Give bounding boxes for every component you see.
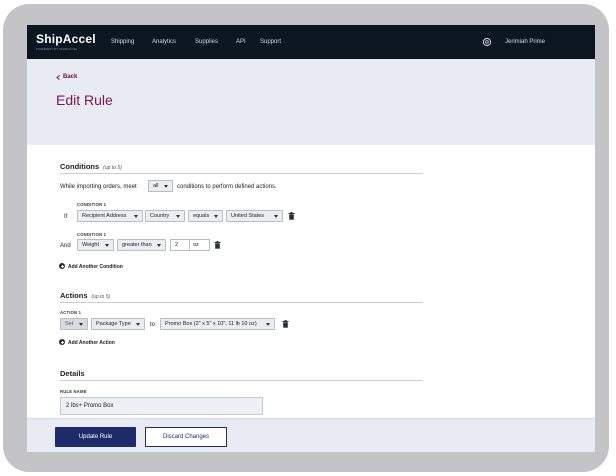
condition-operator-select[interactable]: greater than bbox=[117, 239, 166, 251]
match-mode-select[interactable]: all bbox=[148, 180, 173, 192]
conditions-limit: (up to 5) bbox=[103, 165, 122, 171]
trash-icon[interactable] bbox=[282, 320, 289, 328]
chevron-left-icon[interactable] bbox=[56, 75, 61, 80]
rule-name-label: RULE NAME bbox=[60, 389, 87, 394]
trash-icon[interactable] bbox=[214, 241, 221, 249]
nav-shipping[interactable]: Shipping bbox=[111, 39, 134, 45]
plus-icon[interactable] bbox=[59, 339, 65, 345]
condition-connector: If bbox=[64, 214, 68, 220]
chevron-down-icon bbox=[176, 215, 180, 218]
rule-name-input[interactable]: 2 lbs+ Promo Box bbox=[60, 397, 263, 415]
match-intro-prefix: While importing orders, meet bbox=[60, 184, 137, 190]
condition-value-input[interactable]: 2 bbox=[170, 239, 190, 251]
action-label: ACTION 1 bbox=[60, 310, 82, 315]
action-verb-select: Set bbox=[60, 318, 88, 330]
nav-support[interactable]: Support bbox=[260, 39, 281, 45]
action-value-select[interactable]: Promo Box (2" x 5" x 10"; 11 lb 10 oz) bbox=[160, 318, 275, 330]
divider bbox=[60, 302, 423, 303]
trash-icon[interactable] bbox=[288, 212, 295, 220]
divider bbox=[60, 380, 423, 381]
page-title: Edit Rule bbox=[56, 92, 113, 108]
tablet-frame: ShipAccel POWERED BY SHIPACCEL Shipping … bbox=[3, 4, 609, 472]
condition-value-select[interactable]: United States bbox=[226, 210, 283, 222]
chevron-down-icon bbox=[79, 323, 83, 326]
chevron-down-icon bbox=[274, 215, 278, 218]
condition-connector: And bbox=[60, 243, 71, 249]
match-intro-suffix: conditions to perform defined actions. bbox=[177, 184, 277, 190]
chevron-down-icon bbox=[214, 215, 218, 218]
actions-title: Actions bbox=[60, 291, 88, 300]
condition-field-select[interactable]: Recipient Address bbox=[77, 210, 143, 222]
update-rule-button[interactable]: Update Rule bbox=[55, 427, 136, 447]
condition-label: CONDITION 1 bbox=[77, 202, 107, 207]
conditions-heading: Conditions (up to 5) bbox=[60, 162, 122, 171]
top-navbar: ShipAccel POWERED BY SHIPACCEL Shipping … bbox=[27, 25, 595, 59]
chevron-down-icon bbox=[266, 323, 270, 326]
chevron-down-icon bbox=[134, 215, 138, 218]
user-name[interactable]: Jerimiah Prime bbox=[505, 39, 545, 45]
details-title: Details bbox=[60, 369, 85, 378]
nav-analytics[interactable]: Analytics bbox=[152, 39, 176, 45]
condition-field-select[interactable]: Weight bbox=[77, 239, 114, 251]
conditions-title: Conditions bbox=[60, 162, 100, 171]
action-bar: Update Rule Discard Changes bbox=[27, 418, 595, 452]
gear-icon[interactable] bbox=[482, 37, 492, 47]
screen: ShipAccel POWERED BY SHIPACCEL Shipping … bbox=[27, 25, 595, 452]
condition-label: CONDITION 1 bbox=[77, 232, 107, 237]
chevron-down-icon bbox=[136, 323, 140, 326]
brand-logo[interactable]: ShipAccel bbox=[36, 32, 96, 46]
actions-limit: (up to 5) bbox=[91, 294, 111, 300]
add-condition-link[interactable]: Add Another Condition bbox=[68, 264, 123, 270]
nav-supplies[interactable]: Supplies bbox=[195, 39, 218, 45]
action-target-select[interactable]: Package Type bbox=[91, 318, 145, 330]
chevron-down-icon bbox=[164, 185, 168, 188]
action-connector: to bbox=[150, 322, 156, 328]
plus-icon[interactable] bbox=[59, 263, 65, 269]
discard-changes-button[interactable]: Discard Changes bbox=[145, 427, 227, 447]
nav-api[interactable]: API bbox=[236, 39, 246, 45]
condition-unit: oz bbox=[190, 239, 210, 251]
chevron-down-icon bbox=[157, 244, 161, 247]
chevron-down-icon bbox=[105, 244, 109, 247]
back-link[interactable]: Back bbox=[63, 74, 77, 80]
actions-heading: Actions (up to 5) bbox=[60, 291, 110, 300]
condition-operator-select[interactable]: equals bbox=[188, 210, 223, 222]
condition-subfield-select[interactable]: Country bbox=[145, 210, 185, 222]
add-action-link[interactable]: Add Another Action bbox=[68, 340, 115, 346]
brand-tagline: POWERED BY SHIPACCEL bbox=[36, 47, 78, 51]
divider bbox=[60, 173, 423, 174]
